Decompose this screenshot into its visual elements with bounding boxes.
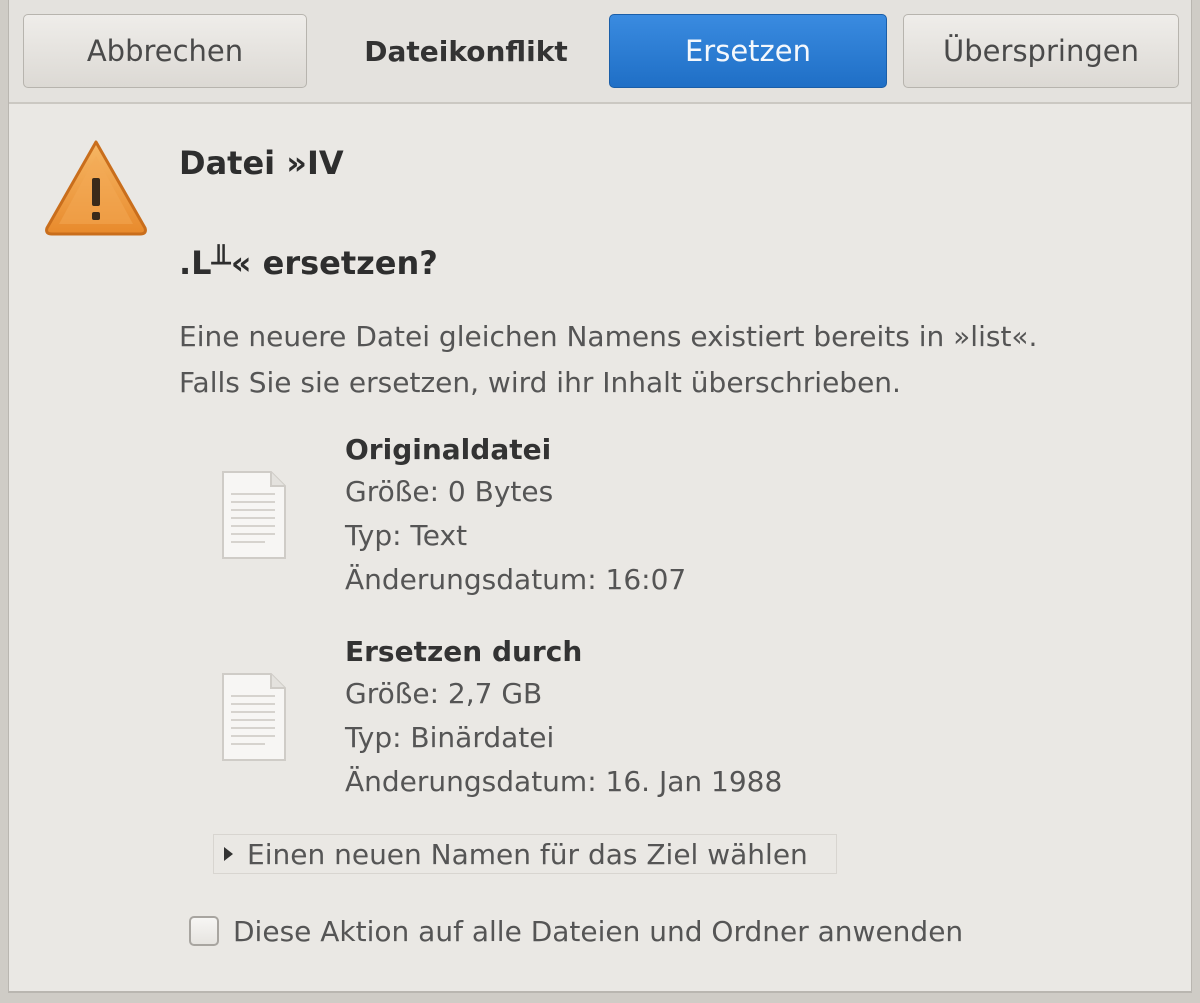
original-file-size: Größe: 0 Bytes [345, 475, 554, 508]
rename-expander-label: Einen neuen Namen für das Ziel wählen [247, 837, 808, 871]
replacement-file-size: Größe: 2,7 GB [345, 677, 543, 710]
dialog-title: Dateikonflikt [364, 34, 568, 68]
header-bar: Abbrechen Dateikonflikt Ersetzen Überspr… [9, 0, 1191, 104]
triangle-right-icon [224, 847, 233, 861]
binary-file-icon [222, 673, 286, 761]
cancel-button[interactable]: Abbrechen [23, 14, 307, 88]
original-file-info: Originaldatei Größe: 0 Bytes Typ: Text Ä… [345, 430, 1045, 602]
original-file-title: Originaldatei [345, 433, 552, 466]
replace-button[interactable]: Ersetzen [609, 14, 887, 88]
replacement-file-modified: Änderungsdatum: 16. Jan 1988 [345, 765, 783, 798]
apply-all-checkbox[interactable] [189, 916, 219, 946]
file-conflict-dialog: Abbrechen Dateikonflikt Ersetzen Überspr… [8, 0, 1192, 993]
original-file-type: Typ: Text [345, 519, 468, 552]
description-line-1: Eine neuere Datei gleichen Namens existi… [179, 320, 1038, 353]
original-file-modified: Änderungsdatum: 16:07 [345, 563, 687, 596]
dialog-heading: Datei »IV .L╨« ersetzen? [179, 144, 438, 282]
description-line-2: Falls Sie sie ersetzen, wird ihr Inhalt … [179, 366, 901, 399]
rename-expander[interactable]: Einen neuen Namen für das Ziel wählen [213, 834, 837, 874]
apply-all-row[interactable]: Diese Aktion auf alle Dateien und Ordner… [189, 906, 963, 956]
skip-button[interactable]: Überspringen [903, 14, 1179, 88]
replacement-file-title: Ersetzen durch [345, 635, 583, 668]
replacement-file-info: Ersetzen durch Größe: 2,7 GB Typ: Binärd… [345, 632, 1045, 804]
text-file-icon [222, 471, 286, 559]
replacement-file-type: Typ: Binärdatei [345, 721, 555, 754]
warning-triangle-icon [45, 140, 147, 236]
description: Eine neuere Datei gleichen Namens existi… [179, 314, 1159, 406]
apply-all-label: Diese Aktion auf alle Dateien und Ordner… [233, 914, 964, 948]
